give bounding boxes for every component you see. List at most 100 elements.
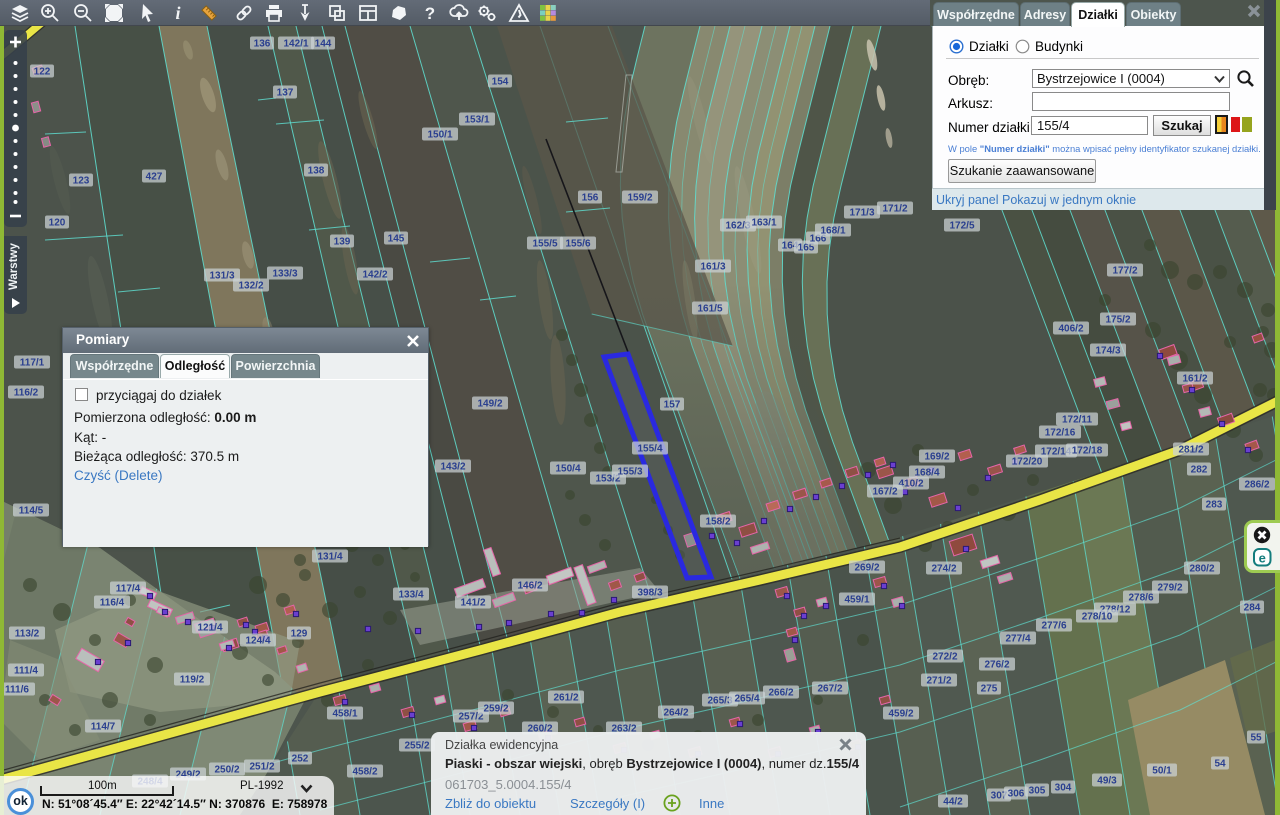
svg-text:163/1: 163/1 — [751, 218, 776, 229]
svg-text:161/3: 161/3 — [700, 262, 725, 273]
svg-text:280/2: 280/2 — [1189, 564, 1214, 575]
svg-text:132/2: 132/2 — [238, 281, 263, 292]
svg-text:133/4: 133/4 — [398, 590, 423, 601]
svg-text:121/4: 121/4 — [197, 623, 222, 634]
svg-text:276/2: 276/2 — [984, 660, 1009, 671]
svg-text:113/2: 113/2 — [15, 629, 40, 640]
svg-text:252: 252 — [292, 754, 309, 765]
svg-text:146/2: 146/2 — [517, 581, 542, 592]
svg-text:267/2: 267/2 — [817, 684, 842, 695]
svg-text:137: 137 — [277, 88, 294, 99]
svg-text:142/1: 142/1 — [283, 39, 308, 50]
svg-text:459/1: 459/1 — [844, 595, 869, 606]
svg-text:155/3: 155/3 — [617, 467, 642, 478]
svg-text:171/2: 171/2 — [882, 204, 907, 215]
svg-text:261/2: 261/2 — [553, 693, 578, 704]
svg-text:50/1: 50/1 — [1152, 766, 1172, 777]
svg-text:278/6: 278/6 — [1128, 593, 1153, 604]
svg-text:122: 122 — [34, 67, 51, 78]
svg-text:124/4: 124/4 — [245, 636, 270, 647]
svg-text:427: 427 — [146, 172, 163, 183]
svg-text:116/4: 116/4 — [100, 598, 125, 609]
svg-text:305: 305 — [1029, 786, 1046, 797]
svg-text:174/3: 174/3 — [1095, 346, 1120, 357]
svg-text:269/2: 269/2 — [854, 563, 879, 574]
svg-text:154: 154 — [492, 77, 509, 88]
svg-text:458/1: 458/1 — [332, 709, 357, 720]
svg-text:131/3: 131/3 — [209, 271, 234, 282]
svg-text:161/5: 161/5 — [697, 304, 722, 315]
svg-text:172/16: 172/16 — [1045, 428, 1076, 439]
svg-text:177/2: 177/2 — [1112, 266, 1137, 277]
svg-text:304: 304 — [1055, 783, 1072, 794]
svg-text:i: i — [175, 3, 180, 23]
svg-text:153/1: 153/1 — [464, 115, 489, 126]
svg-text:172/18: 172/18 — [1072, 446, 1103, 457]
svg-text:144: 144 — [315, 39, 332, 50]
svg-text:?: ? — [425, 4, 435, 23]
svg-text:175/2: 175/2 — [1105, 315, 1130, 326]
svg-text:159/2: 159/2 — [627, 193, 652, 204]
svg-text:120: 120 — [49, 218, 66, 229]
svg-text:259/2: 259/2 — [483, 704, 508, 715]
svg-text:172/20: 172/20 — [1012, 457, 1043, 468]
svg-text:156: 156 — [582, 193, 599, 204]
svg-text:171/3: 171/3 — [849, 208, 874, 219]
svg-text:145: 145 — [388, 234, 405, 245]
svg-text:275: 275 — [981, 684, 998, 695]
svg-text:306: 306 — [1008, 789, 1025, 800]
svg-text:123: 123 — [73, 176, 90, 187]
svg-text:155/6: 155/6 — [565, 239, 590, 250]
svg-text:251/2: 251/2 — [249, 762, 274, 773]
svg-text:172/5: 172/5 — [949, 221, 974, 232]
svg-text:133/3: 133/3 — [272, 269, 297, 280]
svg-text:138: 138 — [308, 166, 325, 177]
svg-text:279/2: 279/2 — [1157, 583, 1182, 594]
svg-text:271/2: 271/2 — [926, 676, 951, 687]
svg-text:286/2: 286/2 — [1244, 480, 1269, 491]
svg-text:131/4: 131/4 — [317, 552, 342, 563]
svg-text:155/4: 155/4 — [637, 444, 662, 455]
svg-text:158/2: 158/2 — [705, 517, 730, 528]
svg-text:277/4: 277/4 — [1005, 634, 1030, 645]
svg-text:143/2: 143/2 — [440, 462, 465, 473]
svg-text:283: 283 — [1206, 500, 1223, 511]
svg-text:172/11: 172/11 — [1062, 415, 1092, 426]
svg-text:277/6: 277/6 — [1041, 621, 1066, 632]
svg-text:119/2: 119/2 — [180, 675, 205, 686]
svg-text:149/2: 149/2 — [477, 399, 502, 410]
svg-text:e: e — [1259, 551, 1266, 566]
svg-text:406/2: 406/2 — [1058, 324, 1083, 335]
svg-text:150/4: 150/4 — [555, 464, 580, 475]
svg-text:168/1: 168/1 — [820, 226, 845, 237]
svg-text:169/2: 169/2 — [924, 452, 949, 463]
svg-text:459/2: 459/2 — [888, 709, 913, 720]
svg-text:278/10: 278/10 — [1082, 612, 1113, 623]
svg-text:114/7: 114/7 — [91, 722, 116, 733]
svg-text:284: 284 — [1244, 603, 1261, 614]
svg-text:398/3: 398/3 — [637, 588, 662, 599]
svg-text:117/1: 117/1 — [20, 358, 45, 369]
svg-text:142/2: 142/2 — [362, 270, 387, 281]
svg-text:274/2: 274/2 — [931, 564, 956, 575]
svg-text:54: 54 — [1214, 759, 1226, 770]
svg-text:167/2: 167/2 — [872, 487, 897, 498]
svg-text:111/6: 111/6 — [5, 685, 29, 696]
svg-text:250/2: 250/2 — [214, 765, 239, 776]
svg-text:157: 157 — [664, 400, 681, 411]
svg-text:44/2: 44/2 — [943, 797, 963, 808]
svg-text:136: 136 — [254, 39, 271, 50]
svg-text:150/1: 150/1 — [427, 130, 452, 141]
svg-text:155/5: 155/5 — [532, 239, 557, 250]
svg-text:129: 129 — [291, 629, 308, 640]
svg-text:111/4: 111/4 — [14, 666, 38, 677]
svg-text:272/2: 272/2 — [932, 652, 957, 663]
svg-text:117/4: 117/4 — [116, 584, 141, 595]
svg-text:114/5: 114/5 — [19, 506, 44, 517]
svg-text:264/2: 264/2 — [663, 708, 688, 719]
svg-text:116/2: 116/2 — [14, 388, 39, 399]
svg-text:265/4: 265/4 — [734, 694, 759, 705]
svg-text:49/3: 49/3 — [1097, 776, 1117, 787]
svg-text:141/2: 141/2 — [460, 598, 485, 609]
svg-text:266/2: 266/2 — [768, 688, 793, 699]
